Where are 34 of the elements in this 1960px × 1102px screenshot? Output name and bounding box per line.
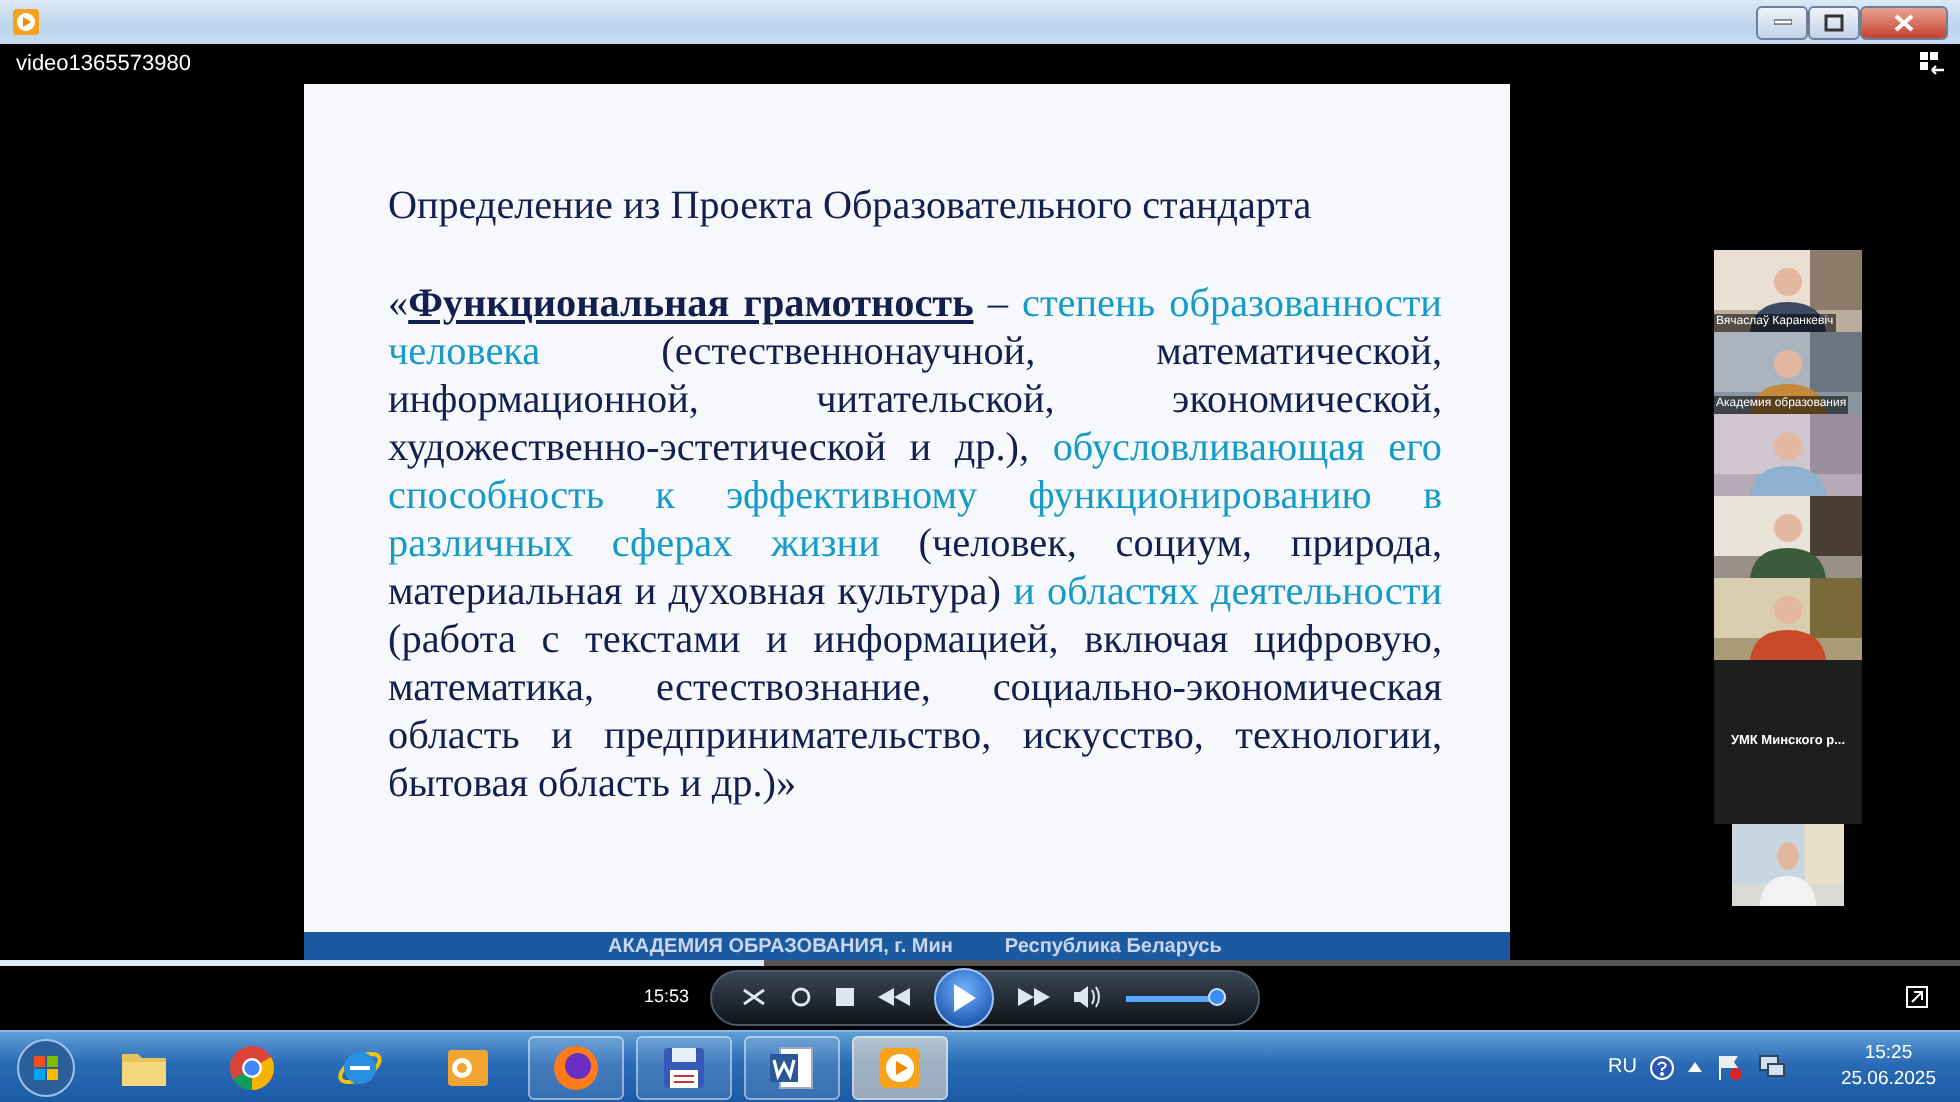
taskbar-button[interactable] <box>744 1035 840 1099</box>
volume-icon[interactable] <box>1073 986 1102 1010</box>
definition-paragraph: «Функциональная грамотность – степень образованности человека (естественнонаучной, математической, информационной, читательской, экономической, художественно-эстетической и др.), обусловливающая его способность к эффективному функционированию в различных сферах жизни (человек, социум, природа, материальная и духовная культура) и областях деятельности (работа с текстами и информацией, включая цифровую, математика, естествознание, социально-экономическая область и предпринимательство, искусство, технологии, бытовая область и др.)» <box>388 280 1442 808</box>
stop-button[interactable] <box>836 987 855 1009</box>
seek-bar[interactable] <box>0 960 1960 966</box>
volume-slider[interactable] <box>1125 987 1226 1009</box>
taskbar-button[interactable] <box>528 1035 624 1099</box>
video-title: video1365573980 <box>16 49 191 80</box>
next-button[interactable] <box>1017 987 1050 1009</box>
maximize-icon <box>1824 13 1844 31</box>
network-icon[interactable] <box>1758 1054 1787 1080</box>
previous-button[interactable] <box>878 987 911 1009</box>
play-icon <box>951 984 976 1012</box>
repeat-icon[interactable] <box>790 986 813 1010</box>
minimize-button[interactable] <box>1756 5 1808 39</box>
clock[interactable]: 15:25 25.06.2025 <box>1800 1042 1952 1092</box>
minimize-icon <box>1773 18 1791 26</box>
document-icon <box>768 1043 816 1091</box>
shuffle-icon[interactable] <box>742 986 767 1010</box>
close-button[interactable] <box>1860 5 1948 39</box>
taskbar-button[interactable] <box>636 1035 732 1099</box>
media-player-icon <box>876 1043 924 1091</box>
slide-footer-text: АКАДЕМИЯ ОБРАЗОВАНИЯ, г. Мин <box>608 933 953 961</box>
browser-icon <box>552 1043 600 1091</box>
flag-error-icon[interactable] <box>1716 1054 1745 1080</box>
close-icon <box>1894 13 1914 31</box>
maximize-button[interactable] <box>1808 5 1860 39</box>
slide-footer-text: Республика Беларусь <box>1004 933 1222 961</box>
play-button[interactable] <box>933 968 994 1028</box>
help-icon[interactable] <box>1650 1055 1675 1079</box>
elapsed-time: 15:53 <box>644 984 690 1011</box>
language-indicator[interactable]: RU <box>1608 1052 1637 1082</box>
slide-heading: Определение из Проекта Образовательного стандарта <box>388 182 1314 230</box>
tray-expand-icon[interactable] <box>1688 1062 1703 1072</box>
